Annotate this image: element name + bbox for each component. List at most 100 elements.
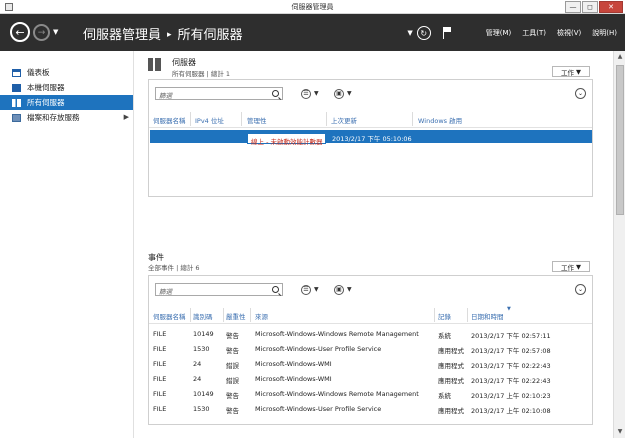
chevron-down-icon: ▼ bbox=[347, 286, 352, 293]
column-severity[interactable]: 嚴重性 bbox=[226, 311, 246, 321]
sidebar-item-dashboard[interactable]: 儀表板 bbox=[0, 65, 133, 80]
event-id-cell: 24 bbox=[193, 375, 202, 383]
servers-filter-input[interactable]: 篩選 bbox=[155, 87, 283, 100]
sidebar: 儀表板 本機伺服器 所有伺服器 檔案和存放服務 ▶ bbox=[0, 51, 134, 438]
chevron-down-icon: ▼ bbox=[314, 90, 319, 97]
event-id-cell: 24 bbox=[193, 360, 202, 368]
servers-title: 伺服器 bbox=[172, 58, 196, 67]
column-manageability[interactable]: 管理性 bbox=[247, 115, 267, 125]
scroll-up-icon[interactable]: ▲ bbox=[615, 52, 625, 62]
sidebar-item-all-servers[interactable]: 所有伺服器 bbox=[0, 95, 133, 110]
column-source[interactable]: 來源 bbox=[255, 311, 268, 321]
column-server-name[interactable]: 伺服器名稱 bbox=[153, 311, 186, 321]
file-storage-icon bbox=[12, 113, 21, 122]
event-id-cell: 10149 bbox=[193, 330, 214, 338]
event-server-cell: FILE bbox=[153, 390, 167, 398]
header-divider bbox=[149, 323, 592, 324]
events-tasks-button[interactable]: 工作 ▼ bbox=[552, 261, 590, 272]
event-datetime-cell: 2013/2/17 下午 02:57:08 bbox=[471, 347, 551, 355]
column-ipv4[interactable]: IPv4 位址 bbox=[195, 115, 224, 125]
event-server-cell: FILE bbox=[153, 375, 167, 383]
window-title: 伺服器管理員 bbox=[291, 3, 334, 11]
list-icon: ☰ bbox=[301, 88, 311, 99]
event-severity-cell: 警告 bbox=[226, 392, 239, 400]
event-server-cell: FILE bbox=[153, 405, 167, 413]
column-last-update[interactable]: 上次更新 bbox=[331, 115, 357, 125]
sort-descending-icon: ▼ bbox=[507, 306, 511, 312]
history-dropdown-icon[interactable]: ▼ bbox=[53, 28, 58, 36]
event-datetime-cell: 2013/2/17 上午 02:10:23 bbox=[471, 392, 551, 400]
table-row[interactable]: FILE 24 錯誤 Microsoft-Windows-WMI 應用程式 20… bbox=[150, 356, 590, 371]
event-datetime-cell: 2013/2/17 下午 02:22:43 bbox=[471, 377, 551, 385]
menu-tools[interactable]: 工具(T) bbox=[522, 28, 546, 38]
arrow-right-icon: → bbox=[37, 27, 46, 38]
sidebar-item-label: 所有伺服器 bbox=[27, 98, 65, 107]
menu-manage[interactable]: 管理(M) bbox=[486, 28, 512, 38]
table-row[interactable]: FILE 10149 警告 Microsoft-Windows-Windows … bbox=[150, 386, 590, 401]
column-id[interactable]: 識別碼 bbox=[193, 311, 213, 321]
sidebar-item-label: 本機伺服器 bbox=[27, 83, 65, 92]
scrollbar-thumb[interactable] bbox=[616, 65, 624, 215]
event-datetime-cell: 2013/2/17 下午 02:22:43 bbox=[471, 362, 551, 370]
events-filter-input[interactable]: 篩選 bbox=[155, 283, 283, 296]
event-id-cell: 10149 bbox=[193, 390, 214, 398]
breadcrumb-current: 所有伺服器 bbox=[177, 28, 243, 43]
forward-button[interactable]: → bbox=[33, 24, 50, 41]
search-icon[interactable] bbox=[272, 286, 279, 293]
chevron-right-icon[interactable]: ▶ bbox=[124, 113, 129, 121]
servers-tasks-button[interactable]: 工作 ▼ bbox=[552, 66, 590, 77]
servers-subtitle: 所有伺服器 | 總計 1 bbox=[172, 70, 231, 78]
list-options-button[interactable]: ☰ ▼ bbox=[301, 88, 319, 99]
table-row[interactable]: FILE 1530 警告 Microsoft-Windows-User Prof… bbox=[150, 401, 590, 416]
table-row[interactable]: FILE 1530 警告 Microsoft-Windows-User Prof… bbox=[150, 341, 590, 356]
list-options-button[interactable]: ☰ ▼ bbox=[301, 284, 319, 295]
back-button[interactable]: ← bbox=[10, 22, 30, 42]
event-log-cell: 應用程式 bbox=[438, 347, 464, 355]
close-button[interactable]: ✕ bbox=[599, 1, 623, 13]
servers-section-icon bbox=[148, 58, 161, 71]
column-divider bbox=[241, 112, 242, 126]
save-query-icon: ▣ bbox=[334, 284, 344, 295]
event-source-cell: Microsoft-Windows-Windows Remote Managem… bbox=[255, 330, 419, 338]
breadcrumb-root[interactable]: 伺服器管理員 bbox=[83, 28, 161, 43]
sidebar-item-local-server[interactable]: 本機伺服器 bbox=[0, 80, 133, 95]
column-windows-activation[interactable]: Windows 啟用 bbox=[418, 115, 462, 125]
table-row[interactable]: FILE 10149 警告 Microsoft-Windows-Windows … bbox=[150, 326, 590, 341]
events-subtitle: 全部事件 | 總計 6 bbox=[148, 264, 200, 272]
event-log-cell: 應用程式 bbox=[438, 407, 464, 415]
event-server-cell: FILE bbox=[153, 345, 167, 353]
column-log[interactable]: 記錄 bbox=[438, 311, 451, 321]
sidebar-item-file-storage[interactable]: 檔案和存放服務 ▶ bbox=[0, 110, 133, 125]
event-source-cell: Microsoft-Windows-User Profile Service bbox=[255, 405, 382, 413]
column-datetime[interactable]: 日期和時間 bbox=[471, 311, 504, 321]
event-severity-cell: 警告 bbox=[226, 407, 239, 415]
column-divider bbox=[223, 308, 224, 322]
scroll-down-icon[interactable]: ▼ bbox=[615, 427, 625, 437]
refresh-dropdown-icon[interactable]: ▼ bbox=[407, 29, 412, 37]
save-query-button[interactable]: ▣ ▼ bbox=[334, 88, 352, 99]
maximize-button[interactable]: ◻ bbox=[582, 1, 598, 13]
dashboard-icon bbox=[12, 68, 21, 77]
window-controls: — ◻ ✕ bbox=[564, 1, 623, 13]
menu-help[interactable]: 說明(H) bbox=[592, 28, 617, 38]
chevron-down-icon: ▼ bbox=[314, 286, 319, 293]
sidebar-item-label: 儀表板 bbox=[27, 68, 50, 77]
expand-collapse-icon[interactable]: ⌄ bbox=[575, 284, 586, 295]
event-severity-cell: 警告 bbox=[226, 347, 239, 355]
menu-view[interactable]: 檢視(V) bbox=[557, 28, 581, 38]
manageability-cell: 線上 - 未啟動效能計數器 bbox=[247, 133, 327, 146]
column-divider bbox=[190, 112, 191, 126]
table-row[interactable]: 線上 - 未啟動效能計數器 2013/2/17 下午 05:10:06 bbox=[150, 130, 592, 146]
notifications-flag-icon[interactable] bbox=[442, 27, 451, 39]
search-icon[interactable] bbox=[272, 90, 279, 97]
vertical-scrollbar[interactable]: ▲ ▼ bbox=[613, 51, 625, 438]
table-row[interactable]: FILE 24 錯誤 Microsoft-Windows-WMI 應用程式 20… bbox=[150, 371, 590, 386]
column-server-name[interactable]: 伺服器名稱 bbox=[153, 115, 186, 125]
minimize-button[interactable]: — bbox=[565, 1, 581, 13]
expand-collapse-icon[interactable]: ⌄ bbox=[575, 88, 586, 99]
save-query-button[interactable]: ▣ ▼ bbox=[334, 284, 352, 295]
event-source-cell: Microsoft-Windows-Windows Remote Managem… bbox=[255, 390, 419, 398]
chevron-down-icon: ▼ bbox=[576, 67, 582, 76]
refresh-icon[interactable]: ↻ bbox=[416, 26, 431, 40]
breadcrumb-separator-icon: ▸ bbox=[167, 30, 172, 40]
